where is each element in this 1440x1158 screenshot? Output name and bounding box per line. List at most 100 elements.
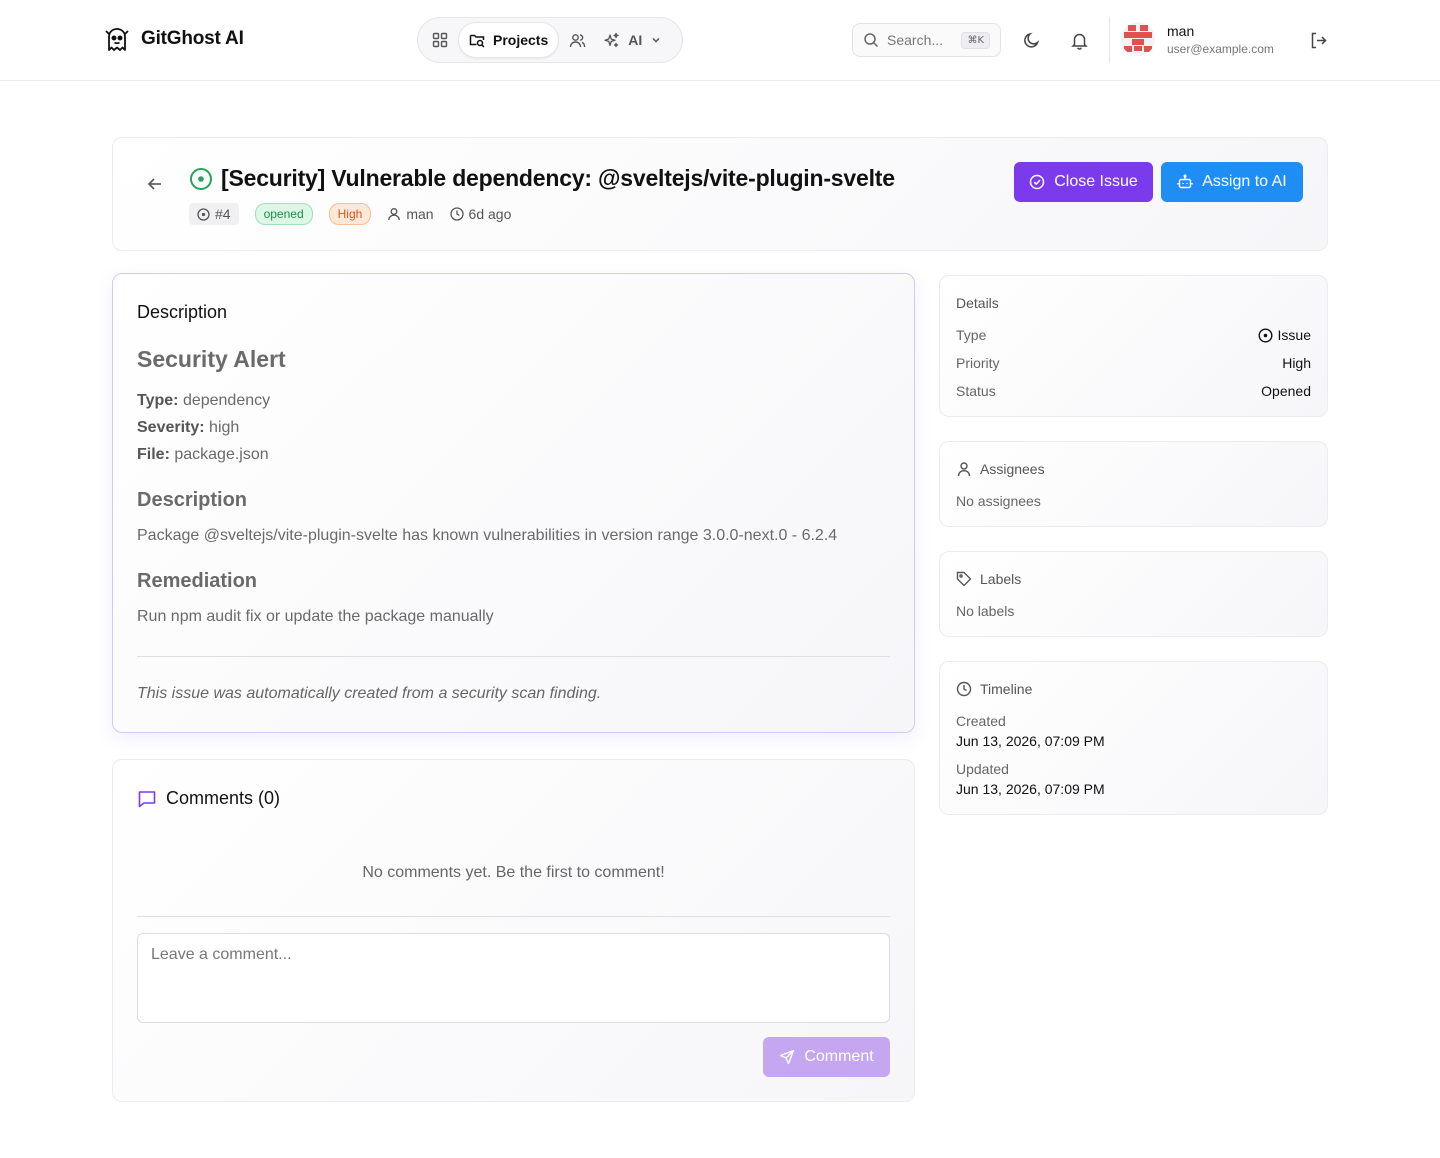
logout-button[interactable] xyxy=(1302,24,1334,56)
detail-priority-value: High xyxy=(1282,355,1311,371)
assignees-empty: No assignees xyxy=(956,493,1041,509)
description-section-title: Description xyxy=(137,302,228,322)
brand-name: GitGhost AI xyxy=(141,28,244,49)
field-file-value: package.json xyxy=(174,446,269,463)
detail-row-type: Type Issue xyxy=(956,327,1311,343)
folder-search-icon xyxy=(469,32,485,48)
back-button[interactable] xyxy=(145,174,167,196)
users-icon xyxy=(569,32,586,49)
description-divider xyxy=(137,656,890,657)
comment-submit-label: Comment xyxy=(804,1048,874,1065)
age-meta: 6d ago xyxy=(449,206,512,222)
field-severity: Severity: high xyxy=(137,419,239,437)
field-severity-label: Severity: xyxy=(137,419,205,436)
detail-status-value: Opened xyxy=(1261,383,1311,399)
detail-type-value: Issue xyxy=(1277,327,1311,343)
issue-header-card: [Security] Vulnerable dependency: @svelt… xyxy=(112,137,1328,251)
details-title: Details xyxy=(956,295,999,311)
field-file: File: package.json xyxy=(137,446,269,464)
description-card: Description Security Alert Type: depende… xyxy=(112,273,915,733)
issue-age: 6d ago xyxy=(468,206,512,222)
nav-ai-label: AI xyxy=(628,32,643,48)
search-icon xyxy=(863,32,879,48)
close-issue-label: Close Issue xyxy=(1054,173,1138,190)
labels-header: Labels xyxy=(956,571,1021,587)
remediation-text: Run npm audit fix or update the package … xyxy=(137,608,494,625)
user-email: user@example.com xyxy=(1167,41,1274,56)
labels-title: Labels xyxy=(980,571,1022,587)
remediation-heading: Remediation xyxy=(137,570,258,592)
bot-icon xyxy=(1177,174,1193,190)
avatar xyxy=(1121,22,1155,56)
brand[interactable]: GitGhost AI xyxy=(102,24,244,54)
detail-row-priority: Priority High xyxy=(956,355,1311,371)
issue-meta: #4 opened High man 6d ago xyxy=(189,203,511,225)
open-status-icon xyxy=(189,167,213,191)
field-file-label: File: xyxy=(137,446,170,463)
assignees-header: Assignees xyxy=(956,461,1045,477)
clock-icon xyxy=(956,681,972,697)
top-navbar: GitGhost AI Projects AI Search... ⌘K man… xyxy=(0,0,1440,81)
detail-type-key: Type xyxy=(956,327,987,343)
issue-number: #4 xyxy=(215,206,231,222)
nav-projects[interactable]: Projects xyxy=(458,22,560,58)
nav-ai-dropdown[interactable]: AI xyxy=(595,22,670,58)
close-issue-button[interactable]: Close Issue xyxy=(1014,162,1153,202)
field-severity-value: high xyxy=(209,419,240,436)
tag-icon xyxy=(956,571,972,587)
labels-empty: No labels xyxy=(956,603,1015,619)
moon-icon xyxy=(1022,31,1041,50)
comments-title: Comments (0) xyxy=(166,788,281,808)
send-icon xyxy=(779,1049,795,1065)
search-shortcut: ⌘K xyxy=(961,31,990,49)
nav-dashboard[interactable] xyxy=(422,22,458,58)
author-meta: man xyxy=(387,206,434,222)
chevron-down-icon xyxy=(650,34,662,46)
header-divider xyxy=(1109,17,1110,63)
created-value: Jun 13, 2026, 07:09 PM xyxy=(956,733,1105,749)
timeline-card: Timeline Created Jun 13, 2026, 07:09 PM … xyxy=(939,661,1328,815)
notifications-button[interactable] xyxy=(1063,24,1095,56)
grid-icon xyxy=(432,32,448,48)
nav-team[interactable] xyxy=(559,22,595,58)
theme-toggle-button[interactable] xyxy=(1015,24,1047,56)
updated-value: Jun 13, 2026, 07:09 PM xyxy=(956,781,1105,797)
field-type-value: dependency xyxy=(182,392,271,409)
assignees-title: Assignees xyxy=(980,461,1045,477)
detail-priority-key: Priority xyxy=(956,355,1000,371)
issue-number-chip: #4 xyxy=(189,203,239,225)
user-menu[interactable]: man user@example.com xyxy=(1121,22,1274,56)
desc-heading: Description xyxy=(137,489,248,511)
sparkles-icon xyxy=(603,32,620,49)
detail-type-value-wrap: Issue xyxy=(1258,327,1311,343)
search-placeholder: Search... xyxy=(887,32,944,48)
detail-status-key: Status xyxy=(956,383,996,399)
priority-badge: High xyxy=(328,203,372,225)
assignees-card: Assignees No assignees xyxy=(939,441,1328,527)
comment-input[interactable] xyxy=(137,933,890,1023)
comment-submit-button[interactable]: Comment xyxy=(763,1037,890,1077)
issue-title: [Security] Vulnerable dependency: @svelt… xyxy=(221,165,895,191)
bell-icon xyxy=(1070,31,1089,50)
user-icon xyxy=(387,207,401,221)
main-nav: Projects AI xyxy=(417,17,683,63)
clock-icon xyxy=(449,207,464,221)
user-icon xyxy=(956,461,972,477)
timeline-header: Timeline xyxy=(956,681,1032,697)
labels-card: Labels No labels xyxy=(939,551,1328,637)
ghost-logo-icon xyxy=(102,24,132,54)
field-type-label: Type: xyxy=(137,392,179,409)
timeline-title: Timeline xyxy=(980,681,1033,697)
detail-row-status: Status Opened xyxy=(956,383,1311,399)
desc-text: Package @sveltejs/vite-plugin-svelte has… xyxy=(137,527,838,544)
details-card: Details Type Issue Priority High Status … xyxy=(939,275,1328,417)
arrow-left-icon xyxy=(145,174,167,194)
search-box[interactable]: Search... ⌘K xyxy=(852,23,1001,57)
issue-dot-icon xyxy=(197,207,210,221)
check-circle-icon xyxy=(1029,174,1045,190)
issue-author: man xyxy=(406,206,434,222)
comments-empty-message: No comments yet. Be the first to comment… xyxy=(362,864,665,881)
auto-created-note: This issue was automatically created fro… xyxy=(137,685,602,702)
assign-to-ai-button[interactable]: Assign to AI xyxy=(1161,162,1303,202)
user-name: man xyxy=(1167,22,1195,39)
